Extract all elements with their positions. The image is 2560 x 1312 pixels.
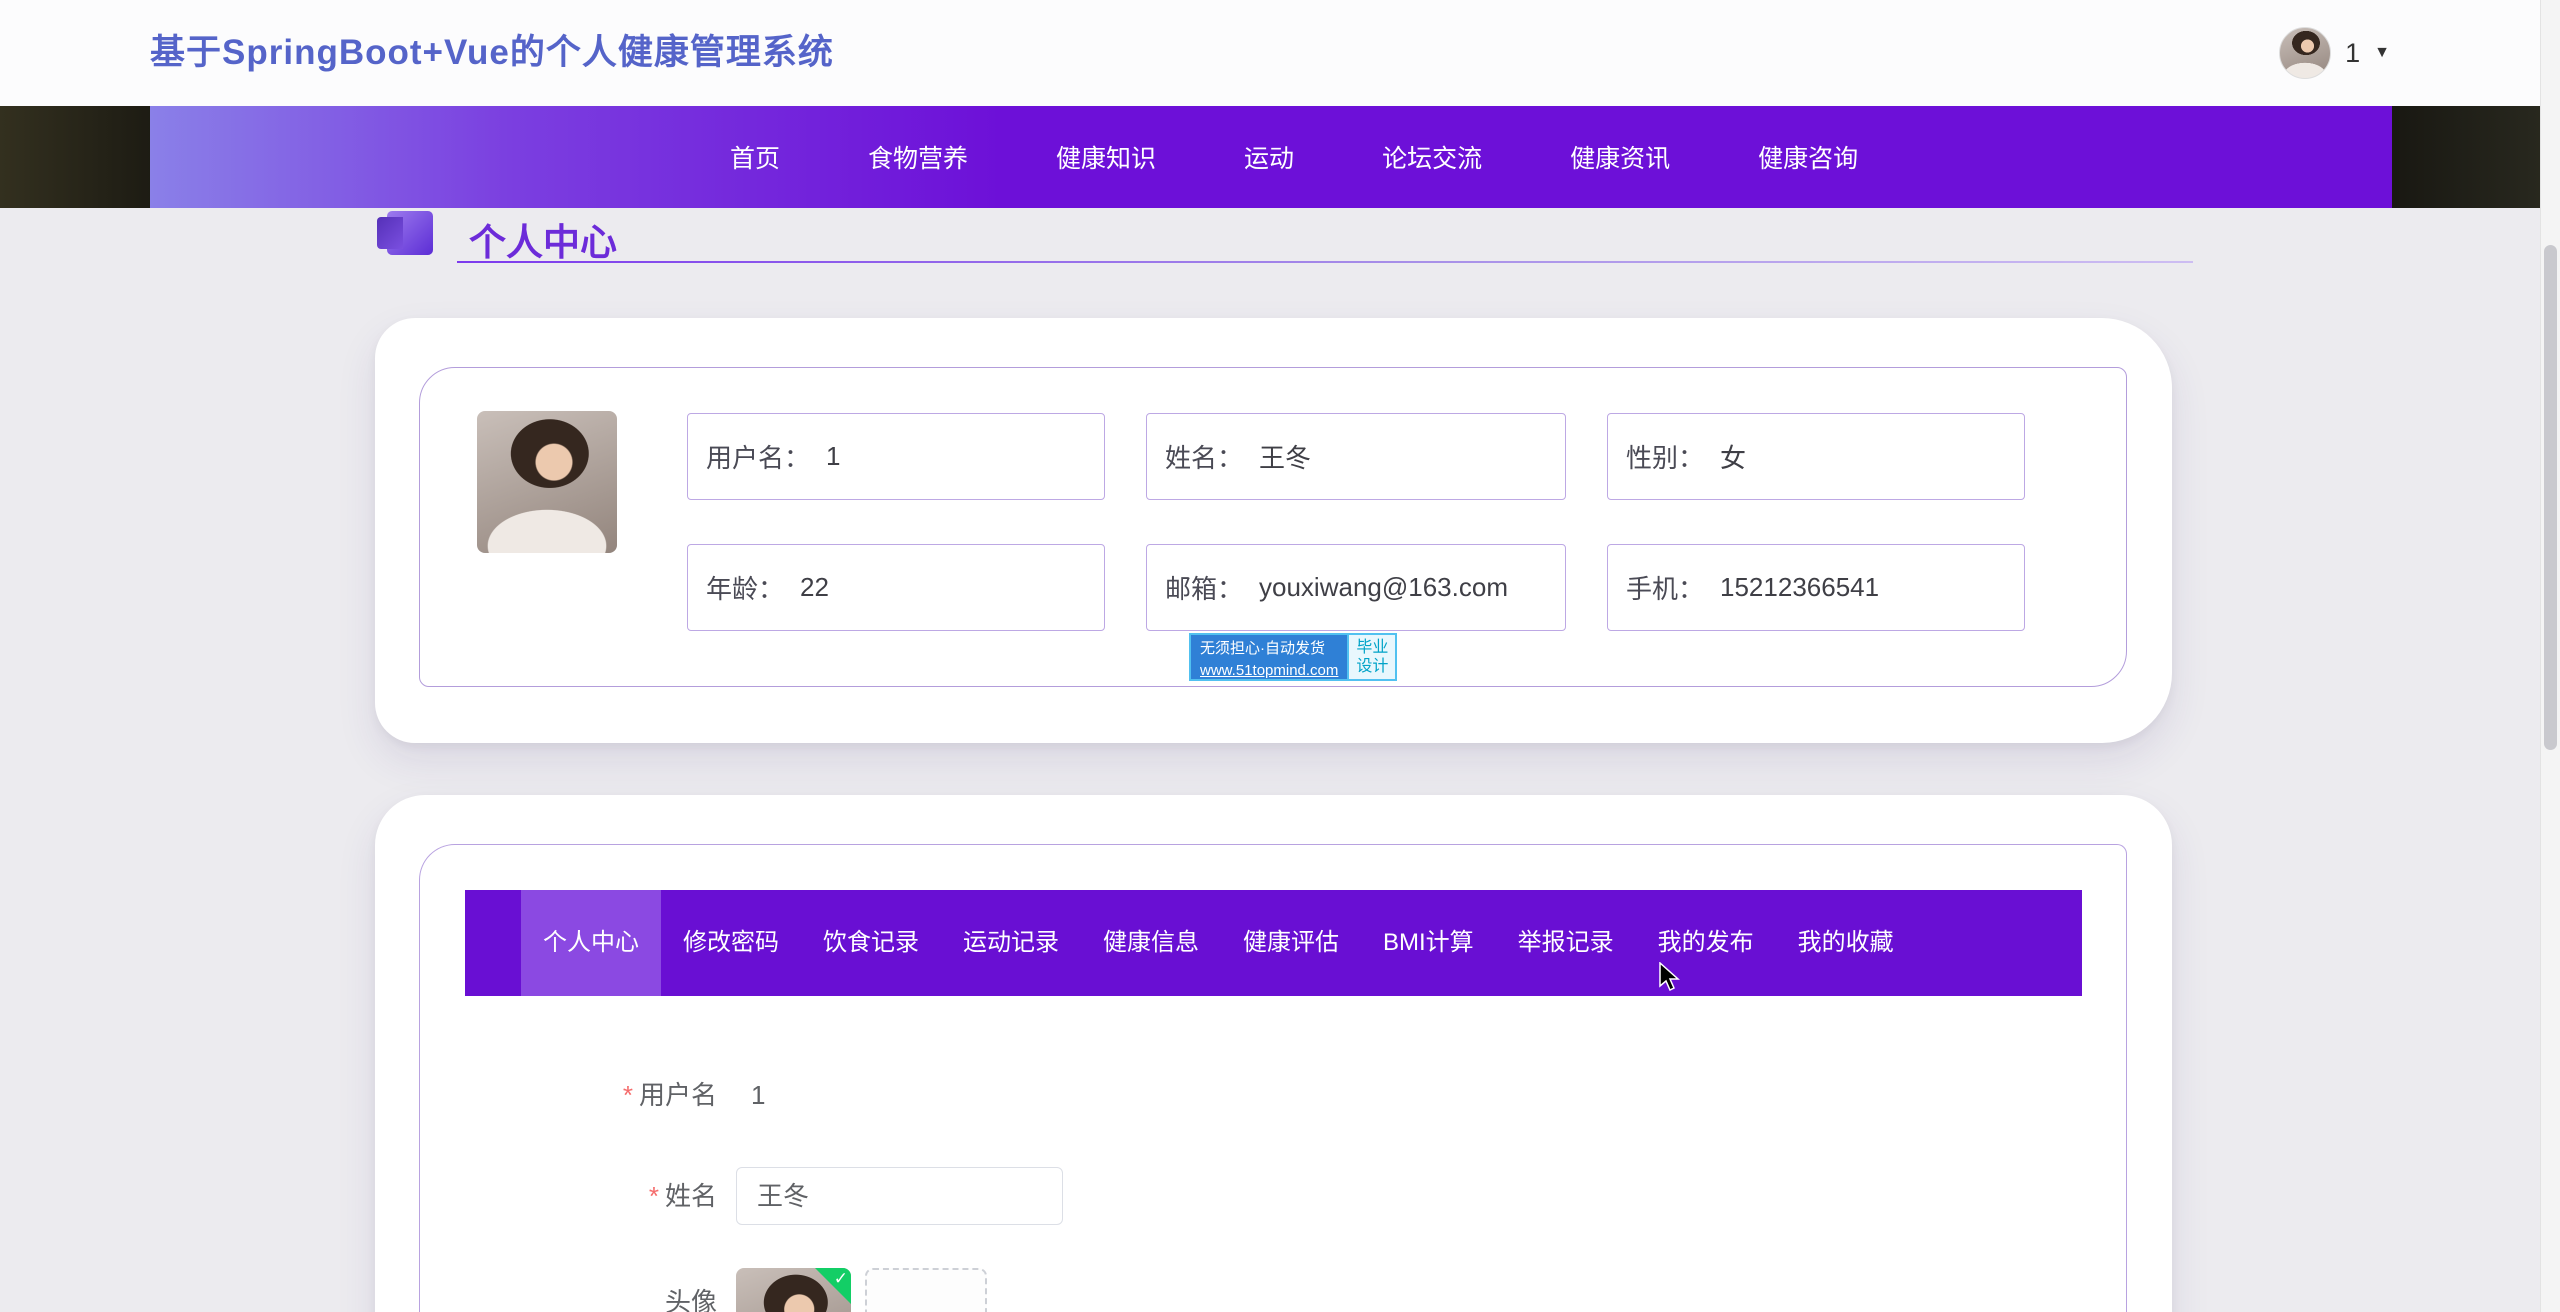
form-row-username: *用户名 1 <box>375 1073 1275 1117</box>
nav-item-health-news[interactable]: 健康资讯 <box>1570 139 1670 175</box>
field-name-label: 姓名： <box>1165 438 1243 475</box>
field-phone-label: 手机： <box>1626 569 1704 606</box>
form-username-label: *用户名 <box>375 1073 717 1117</box>
tab-health-assessment[interactable]: 健康评估 <box>1221 890 1361 996</box>
ad-line1: 无须担心·自动发货 <box>1200 638 1338 660</box>
tab-bmi-calculator[interactable]: BMI计算 <box>1361 890 1496 996</box>
field-username: 用户名： 1 <box>687 413 1105 500</box>
tab-diet-records[interactable]: 饮食记录 <box>801 890 941 996</box>
required-asterisk: * <box>649 1181 659 1211</box>
main-nav: 首页 食物营养 健康知识 运动 论坛交流 健康资讯 健康咨询 <box>150 106 2392 208</box>
ad-text: 无须担心·自动发货 www.51topmind.com <box>1191 635 1347 679</box>
field-username-value: 1 <box>826 441 840 472</box>
tab-exercise-records[interactable]: 运动记录 <box>941 890 1081 996</box>
form-username-value: 1 <box>751 1073 765 1117</box>
section-bookmark-icon <box>387 211 433 255</box>
field-age-label: 年龄： <box>706 569 784 606</box>
profile-summary-card: 用户名： 1 姓名： 王冬 性别： 女 年龄： 22 邮箱： youxiwang… <box>375 318 2172 743</box>
scrollbar-thumb[interactable] <box>2544 245 2557 750</box>
field-name-value: 王冬 <box>1259 438 1311 475</box>
field-age: 年龄： 22 <box>687 544 1105 631</box>
profile-photo <box>477 411 617 553</box>
header: 基于SpringBoot+Vue的个人健康管理系统 1 ▼ <box>0 0 2560 106</box>
form-row-name: *姓名 王冬 <box>375 1167 1275 1225</box>
user-avatar[interactable] <box>2279 27 2331 79</box>
scrollbar-track[interactable] <box>2540 0 2560 1312</box>
personal-center-tabbar: 个人中心 修改密码 饮食记录 运动记录 健康信息 健康评估 BMI计算 举报记录… <box>465 890 2082 996</box>
username-text: 1 <box>2345 38 2360 69</box>
nav-item-health-knowledge[interactable]: 健康知识 <box>1056 139 1156 175</box>
ad-tag-line2: 设计 <box>1356 657 1388 676</box>
page-title: 个人中心 <box>469 212 617 266</box>
screen: 基于SpringBoot+Vue的个人健康管理系统 1 ▼ 首页 食物营养 健康… <box>0 0 2560 1312</box>
tab-personal-center[interactable]: 个人中心 <box>521 890 661 996</box>
ad-link[interactable]: www.51topmind.com <box>1200 660 1338 682</box>
field-email-label: 邮箱： <box>1165 569 1243 606</box>
field-phone: 手机： 15212366541 <box>1607 544 2025 631</box>
field-email: 邮箱： youxiwang@163.com <box>1146 544 1566 631</box>
avatar-upload-box[interactable]: + <box>865 1268 987 1312</box>
field-email-value: youxiwang@163.com <box>1259 572 1508 603</box>
form-avatar-label: 头像 <box>375 1282 717 1312</box>
check-icon: ✓ <box>834 1269 848 1289</box>
tab-report-records[interactable]: 举报记录 <box>1496 890 1636 996</box>
required-asterisk: * <box>623 1080 633 1110</box>
name-input[interactable]: 王冬 <box>736 1167 1063 1225</box>
app-title: 基于SpringBoot+Vue的个人健康管理系统 <box>150 0 834 106</box>
user-menu[interactable]: 1 ▼ <box>2279 0 2390 106</box>
field-gender: 性别： 女 <box>1607 413 2025 500</box>
field-phone-value: 15212366541 <box>1720 572 1879 603</box>
nav-item-sport[interactable]: 运动 <box>1244 139 1294 175</box>
field-gender-label: 性别： <box>1626 438 1704 475</box>
tab-my-favorites[interactable]: 我的收藏 <box>1776 890 1916 996</box>
section-underline <box>457 261 2193 263</box>
nav-item-home[interactable]: 首页 <box>730 139 780 175</box>
tab-change-password[interactable]: 修改密码 <box>661 890 801 996</box>
ad-tag-line1: 毕业 <box>1356 638 1388 657</box>
ad-badge[interactable]: 无须担心·自动发货 www.51topmind.com 毕业 设计 <box>1189 633 1397 681</box>
field-name: 姓名： 王冬 <box>1146 413 1566 500</box>
ad-tag: 毕业 设计 <box>1347 635 1395 679</box>
form-row-avatar: 头像 ✓ + <box>375 1268 1275 1312</box>
form-name-label-text: 姓名 <box>665 1181 717 1211</box>
tab-my-posts[interactable]: 我的发布 <box>1636 890 1776 996</box>
field-gender-value: 女 <box>1720 438 1746 475</box>
form-name-label: *姓名 <box>375 1167 717 1225</box>
tab-health-info[interactable]: 健康信息 <box>1081 890 1221 996</box>
form-username-label-text: 用户名 <box>639 1080 717 1110</box>
nav-item-forum[interactable]: 论坛交流 <box>1382 139 1482 175</box>
field-age-value: 22 <box>800 572 829 603</box>
nav-item-food-nutrition[interactable]: 食物营养 <box>868 139 968 175</box>
nav-item-health-consult[interactable]: 健康咨询 <box>1758 139 1858 175</box>
caret-down-icon[interactable]: ▼ <box>2374 44 2390 62</box>
field-username-label: 用户名： <box>706 438 810 475</box>
personal-center-card: 个人中心 修改密码 饮食记录 运动记录 健康信息 健康评估 BMI计算 举报记录… <box>375 795 2172 1312</box>
form-avatar-thumbnail[interactable]: ✓ <box>736 1268 851 1312</box>
mouse-cursor-icon <box>1659 962 1685 992</box>
